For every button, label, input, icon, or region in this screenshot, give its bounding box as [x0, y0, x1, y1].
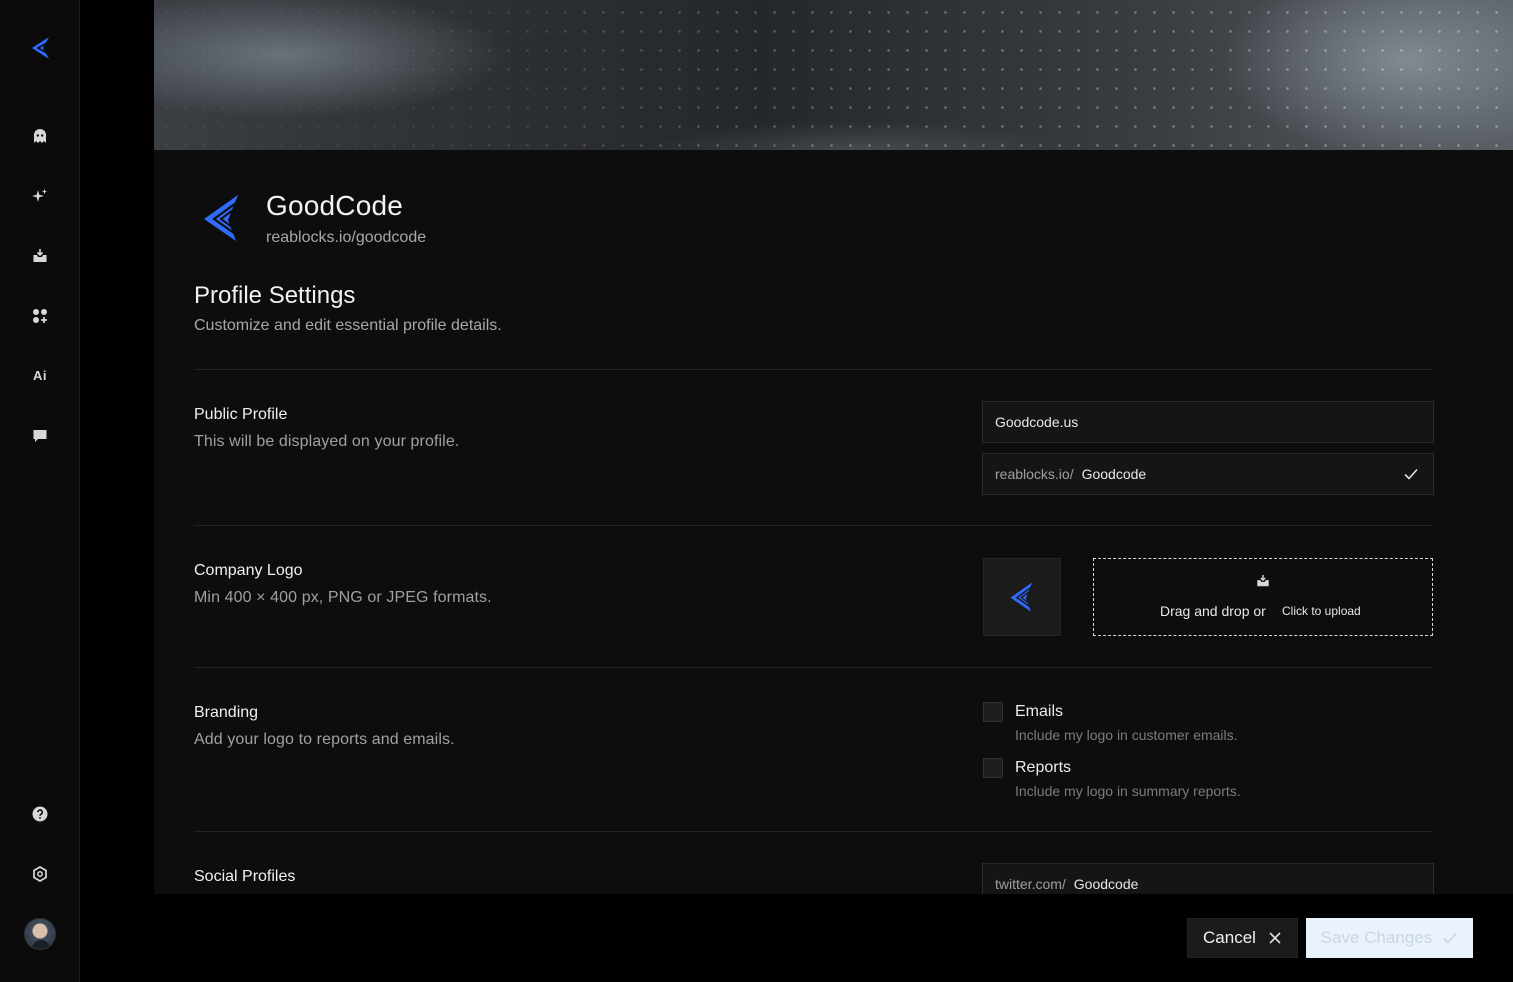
avatar[interactable]	[24, 918, 56, 950]
divider	[194, 667, 1433, 668]
page-subtitle: Customize and edit essential profile det…	[194, 317, 502, 334]
twitter-value: Goodcode	[1073, 876, 1139, 892]
profile-banner-image	[154, 0, 1513, 150]
save-changes-button[interactable]: Save Changes	[1306, 918, 1473, 958]
main-content: GoodCode reablocks.io/goodcode Profile S…	[154, 0, 1513, 894]
branding-description: Add your logo to reports and emails.	[194, 731, 455, 748]
ai-icon-label: Ai	[33, 367, 47, 383]
emails-label: Emails	[1015, 703, 1064, 720]
check-icon	[1443, 932, 1457, 944]
chat-bubble-icon[interactable]	[24, 420, 56, 452]
emails-hint: Include my logo in customer emails.	[1015, 727, 1238, 743]
public-profile-description: This will be displayed on your profile.	[194, 433, 460, 450]
twitter-input[interactable]: twitter.com/ Goodcode	[982, 863, 1434, 894]
cancel-button[interactable]: Cancel	[1187, 918, 1298, 958]
social-profiles-title: Social Profiles	[194, 868, 296, 885]
emails-checkbox[interactable]	[983, 702, 1003, 722]
logo-upload-dropzone[interactable]: Drag and drop or Click to upload	[1093, 558, 1433, 636]
reports-checkbox[interactable]	[983, 758, 1003, 778]
app-logo-icon[interactable]	[24, 32, 56, 64]
public-profile-title: Public Profile	[194, 406, 288, 423]
ghost-icon[interactable]	[24, 120, 56, 152]
click-to-upload-link[interactable]: Click to upload	[1282, 604, 1361, 618]
footer-action-bar: Cancel Save Changes	[154, 894, 1513, 982]
cancel-label: Cancel	[1203, 928, 1256, 947]
check-icon	[1404, 468, 1418, 480]
twitter-prefix: twitter.com/	[995, 876, 1066, 892]
upload-icon	[1257, 574, 1269, 587]
dropzone-text: Drag and drop or	[1160, 603, 1266, 619]
close-icon	[1269, 932, 1281, 944]
brand-logo-icon	[204, 195, 238, 241]
profile-url-prefix: reablocks.io/	[995, 466, 1074, 482]
company-logo-title: Company Logo	[194, 562, 303, 579]
help-icon[interactable]	[24, 798, 56, 830]
divider	[194, 831, 1433, 832]
reports-hint: Include my logo in summary reports.	[1015, 783, 1241, 799]
ai-text-icon[interactable]: Ai	[24, 359, 56, 391]
reports-label: Reports	[1015, 759, 1072, 776]
save-label: Save Changes	[1320, 928, 1433, 947]
sidebar: Ai	[0, 0, 80, 982]
profile-url-input[interactable]: reablocks.io/ Goodcode	[982, 453, 1434, 495]
profile-name-value: Goodcode.us	[995, 414, 1079, 430]
branding-title: Branding	[194, 704, 259, 721]
profile-name-input[interactable]: Goodcode.us	[982, 401, 1434, 443]
profile-url-value: Goodcode	[1081, 466, 1147, 482]
settings-icon[interactable]	[24, 858, 56, 890]
divider	[194, 369, 1433, 370]
apps-add-icon[interactable]	[24, 300, 56, 332]
divider	[194, 525, 1433, 526]
brand-name: GoodCode	[266, 190, 404, 221]
company-logo-icon	[1010, 582, 1033, 612]
company-logo-preview	[983, 558, 1061, 636]
company-logo-description: Min 400 × 400 px, PNG or JPEG formats.	[194, 589, 492, 606]
brand-url: reablocks.io/goodcode	[266, 229, 427, 246]
inbox-download-icon[interactable]	[24, 240, 56, 272]
page-title: Profile Settings	[194, 282, 356, 309]
sparkles-icon[interactable]	[24, 180, 56, 212]
